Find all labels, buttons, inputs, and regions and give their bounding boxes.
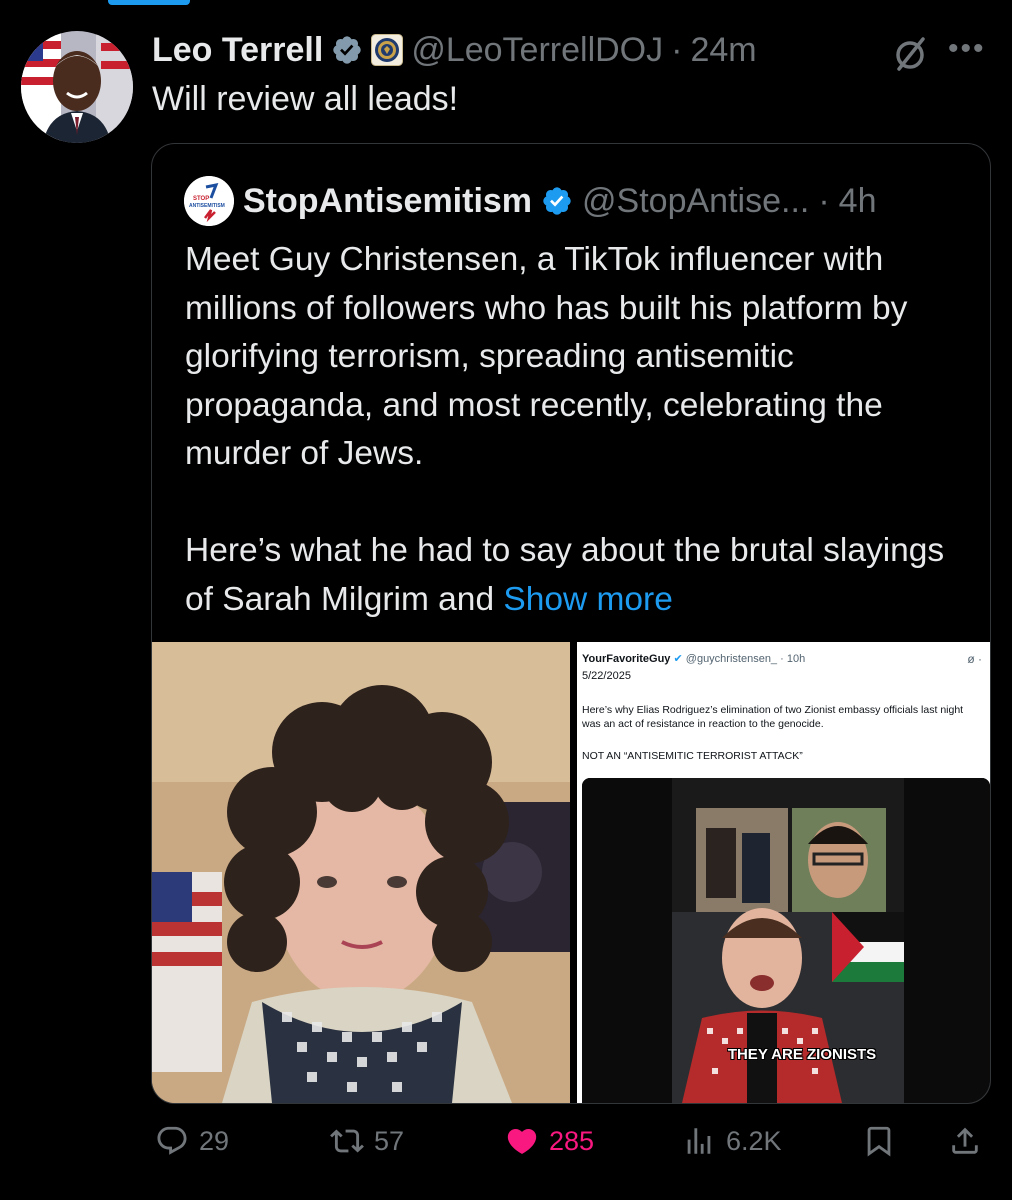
embedded-tweet-caps-text: NOT AN “ANTISEMITIC TERRORIST ATTACK” [582,750,803,762]
verified-badge-icon [333,36,361,64]
action-bar: 29 57 285 6.2K [0,1118,1012,1168]
reply-icon [157,1126,187,1155]
views-button[interactable]: 6.2K [682,1124,782,1158]
tweet-text: Will review all leads! [152,80,459,118]
embedded-time: 10h [786,653,806,665]
quote-body: Meet Guy Christensen, a TikTok influence… [185,241,945,618]
bookmark-button[interactable] [862,1124,896,1158]
tweet-time[interactable]: 24m [690,31,756,70]
embedded-video: THEY ARE ZIONISTS [582,778,990,1103]
stopantisemitism-logo-icon[interactable]: STOP ANTISEMITISM [184,176,234,226]
show-more-link[interactable]: Show more [503,581,672,618]
logo-text-bottom: ANTISEMITISM [189,203,225,209]
repost-button[interactable]: 57 [330,1124,404,1158]
reply-button[interactable]: 29 [155,1124,229,1158]
like-button[interactable]: 285 [505,1124,594,1158]
repost-icon [330,1129,364,1153]
heart-icon [507,1128,537,1154]
quote-time[interactable]: 4h [839,182,877,221]
doj-seal-icon [371,34,404,66]
bookmark-icon [867,1126,891,1157]
media-screenshot-right[interactable]: YourFavoriteGuy ✔ @guychristensen_ · 10h… [577,642,990,1103]
grok-icon[interactable] [891,35,929,73]
quote-media[interactable]: YourFavoriteGuy ✔ @guychristensen_ · 10h… [152,642,990,1103]
separator-dot: · [780,653,784,665]
views-count: 6.2K [726,1125,782,1156]
media-photo-left[interactable] [152,642,570,1103]
embedded-tweet-header: YourFavoriteGuy ✔ @guychristensen_ · 10h [582,652,805,665]
share-icon [952,1127,978,1154]
quote-text: Meet Guy Christensen, a TikTok influence… [185,236,975,624]
author-name[interactable]: Leo Terrell [152,31,323,70]
embedded-author-handle: @guychristensen_ [685,653,778,665]
quote-header: STOP ANTISEMITISM StopAntisemitism @Stop… [184,176,877,226]
views-icon [687,1128,711,1154]
quote-author-name[interactable]: StopAntisemitism [243,182,532,221]
share-button[interactable] [948,1124,982,1158]
avatar[interactable] [21,31,133,143]
embedded-author-name: YourFavoriteGuy [582,653,671,665]
video-caption: THEY ARE ZIONISTS [727,1046,877,1063]
tweet-header: Leo Terrell @LeoTerrellDOJ · 24m [152,28,757,72]
reply-count: 29 [199,1125,230,1156]
separator-dot: · [818,181,830,220]
embedded-tweet-text: Here’s why Elias Rodriguez’s elimination… [582,704,964,730]
verified-badge-icon: ✔ [673,653,683,665]
more-dots-icon[interactable]: ••• [948,34,988,64]
separator-dot: · [671,30,683,69]
author-handle[interactable]: @LeoTerrellDOJ [411,31,663,70]
embedded-date: 5/22/2025 [582,670,631,682]
grok-icon: ø · [967,652,982,666]
quote-author-handle[interactable]: @StopAntise... [582,182,809,221]
logo-text-top: STOP [193,196,209,202]
top-scroll-indicator [108,0,190,5]
verified-badge-icon [543,187,571,215]
repost-count: 57 [374,1125,405,1156]
quoted-tweet[interactable]: STOP ANTISEMITISM StopAntisemitism @Stop… [151,143,991,1104]
like-count: 285 [549,1125,595,1156]
